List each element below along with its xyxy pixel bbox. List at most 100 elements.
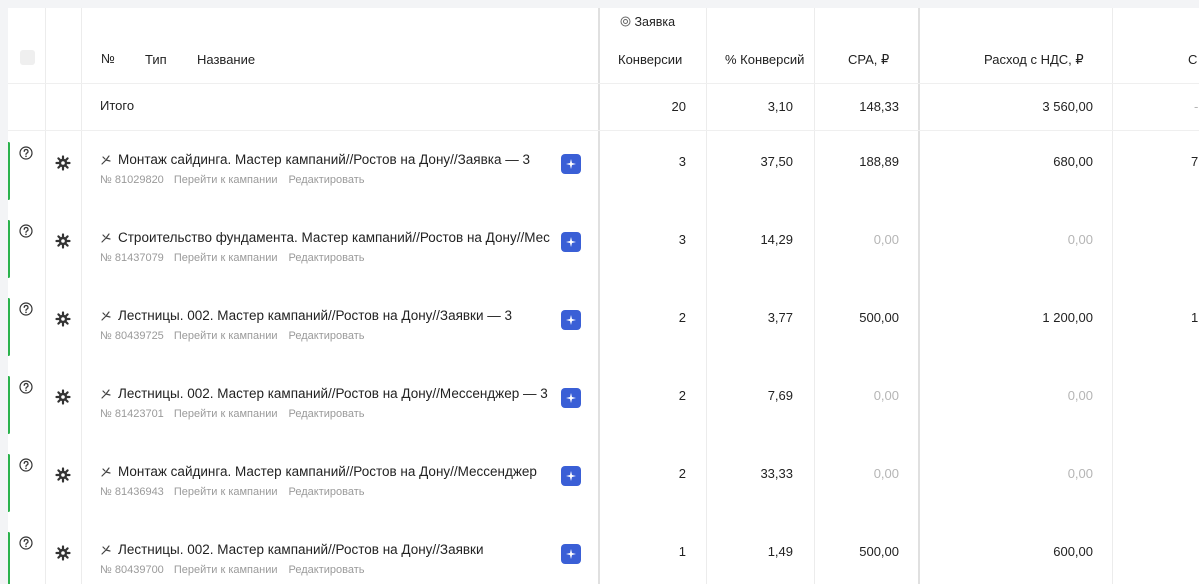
edit-campaign-link[interactable]: Редактировать	[289, 486, 365, 498]
sparkle-icon	[566, 549, 576, 559]
cell-cpa: 500,00	[859, 310, 899, 325]
table-row[interactable]: Монтаж сайдинга. Мастер кампаний//Ростов…	[8, 444, 1199, 522]
goto-campaign-link[interactable]: Перейти к кампании	[174, 408, 278, 420]
edit-campaign-link[interactable]: Редактировать	[289, 408, 365, 420]
campaign-id: № 80439725	[100, 330, 164, 342]
column-header-spend[interactable]: Расход с НДС, ₽	[984, 52, 1084, 68]
cell-conversions: 2	[678, 388, 686, 403]
sparkle-icon	[566, 237, 576, 247]
table-row[interactable]: Лестницы. 002. Мастер кампаний//Ростов н…	[8, 288, 1199, 366]
campaign-id: № 81423701	[100, 408, 164, 420]
total-spend: 3 560,00	[1042, 99, 1093, 114]
goto-campaign-link[interactable]: Перейти к кампании	[174, 174, 278, 186]
cell-cpa: 188,89	[859, 154, 899, 169]
gear-icon[interactable]	[55, 545, 71, 561]
sparkle-icon	[566, 471, 576, 481]
campaign-id: № 81029820	[100, 174, 164, 186]
total-label: Итого	[100, 98, 135, 113]
master-campaign-icon	[101, 467, 111, 477]
goto-campaign-link[interactable]: Перейти к кампании	[174, 252, 278, 264]
sparkle-badge[interactable]	[561, 388, 581, 408]
cell-spend: 0,00	[1067, 388, 1093, 403]
edit-campaign-link[interactable]: Редактировать	[289, 174, 365, 186]
campaign-title[interactable]: Лестницы. 002. Мастер кампаний//Ростов н…	[118, 308, 560, 323]
cell-conversion-rate: 33,33	[760, 466, 793, 481]
sparkle-icon	[566, 159, 576, 169]
cell-cpa: 500,00	[859, 544, 899, 559]
campaigns-table: Заявка № Тип Название Конверсии % Конвер…	[8, 8, 1199, 584]
table-row[interactable]: Лестницы. 002. Мастер кампаний//Ростов н…	[8, 366, 1199, 444]
campaign-id: № 81436943	[100, 486, 164, 498]
column-header-conversions[interactable]: Конверсии	[618, 52, 682, 67]
sparkle-badge[interactable]	[561, 466, 581, 486]
cell-spend: 1 200,00	[1042, 310, 1093, 325]
goto-campaign-link[interactable]: Перейти к кампании	[174, 486, 278, 498]
campaign-id: № 80439700	[100, 564, 164, 576]
master-campaign-icon	[101, 389, 111, 399]
sparkle-badge[interactable]	[561, 232, 581, 252]
question-circle-icon[interactable]	[19, 224, 33, 238]
campaign-meta: № 81437079 Перейти к кампании Редактироват…	[100, 252, 365, 264]
goal-group-label: Заявка	[634, 15, 676, 29]
question-circle-icon[interactable]	[19, 380, 33, 394]
goto-campaign-link[interactable]: Перейти к кампании	[174, 564, 278, 576]
gear-icon[interactable]	[55, 389, 71, 405]
campaign-title[interactable]: Монтаж сайдинга. Мастер кампаний//Ростов…	[118, 464, 560, 479]
edit-campaign-link[interactable]: Редактировать	[289, 564, 365, 576]
column-header-type[interactable]: Тип	[145, 52, 167, 67]
campaign-title[interactable]: Лестницы. 002. Мастер кампаний//Ростов н…	[118, 386, 560, 401]
column-header-next[interactable]: C	[1188, 52, 1197, 67]
question-circle-icon[interactable]	[19, 302, 33, 316]
table-row[interactable]: Строительство фундамента. Мастер кампани…	[8, 210, 1199, 288]
cell-conversion-rate: 1,49	[767, 544, 793, 559]
cell-conversions: 3	[678, 232, 686, 247]
total-conversion-rate: 3,10	[767, 99, 793, 114]
status-indicator	[8, 532, 10, 584]
cell-next: 7	[1191, 154, 1199, 169]
master-campaign-icon	[101, 233, 111, 243]
campaign-meta: № 80439700 Перейти к кампании Редактироват…	[100, 564, 365, 576]
sparkle-badge[interactable]	[561, 154, 581, 174]
cell-conversions: 3	[678, 154, 686, 169]
edit-campaign-link[interactable]: Редактировать	[289, 252, 365, 264]
status-indicator	[8, 220, 10, 278]
campaign-title[interactable]: Лестницы. 002. Мастер кампаний//Ростов н…	[118, 542, 560, 557]
cell-spend: 0,00	[1067, 232, 1093, 247]
master-campaign-icon	[101, 545, 111, 555]
campaign-meta: № 81436943 Перейти к кампании Редактироват…	[100, 486, 365, 498]
column-header-cpa[interactable]: CPA, ₽	[848, 52, 889, 68]
sparkle-badge[interactable]	[561, 544, 581, 564]
row-divider	[8, 130, 1199, 131]
question-circle-icon[interactable]	[19, 536, 33, 550]
cell-conversion-rate: 14,29	[760, 232, 793, 247]
target-icon	[620, 16, 631, 27]
campaign-title[interactable]: Строительство фундамента. Мастер кампани…	[118, 230, 560, 245]
cell-cpa: 0,00	[873, 232, 899, 247]
gear-icon[interactable]	[55, 467, 71, 483]
column-header-name[interactable]: Название	[197, 52, 255, 67]
column-header-number[interactable]: №	[101, 51, 115, 66]
column-header-conversion-rate[interactable]: % Конверсий	[725, 52, 804, 67]
table-row[interactable]: Лестницы. 002. Мастер кампаний//Ростов н…	[8, 522, 1199, 584]
sparkle-icon	[566, 315, 576, 325]
cell-cpa: 0,00	[873, 388, 899, 403]
gear-icon[interactable]	[55, 311, 71, 327]
campaign-title[interactable]: Монтаж сайдинга. Мастер кампаний//Ростов…	[118, 152, 560, 167]
edit-campaign-link[interactable]: Редактировать	[289, 330, 365, 342]
table-row[interactable]: Монтаж сайдинга. Мастер кампаний//Ростов…	[8, 132, 1199, 210]
status-indicator	[8, 298, 10, 356]
cell-conversion-rate: 3,77	[767, 310, 793, 325]
status-indicator	[8, 142, 10, 200]
goto-campaign-link[interactable]: Перейти к кампании	[174, 330, 278, 342]
cell-spend: 0,00	[1067, 466, 1093, 481]
total-cpa: 148,33	[859, 99, 899, 114]
sparkle-badge[interactable]	[561, 310, 581, 330]
campaign-meta: № 81029820 Перейти к кампании Редактироват…	[100, 174, 365, 186]
cell-conversions: 2	[678, 466, 686, 481]
select-all-checkbox[interactable]	[20, 50, 35, 65]
gear-icon[interactable]	[55, 155, 71, 171]
gear-icon[interactable]	[55, 233, 71, 249]
cell-spend: 680,00	[1053, 154, 1093, 169]
question-circle-icon[interactable]	[19, 458, 33, 472]
question-circle-icon[interactable]	[19, 146, 33, 160]
